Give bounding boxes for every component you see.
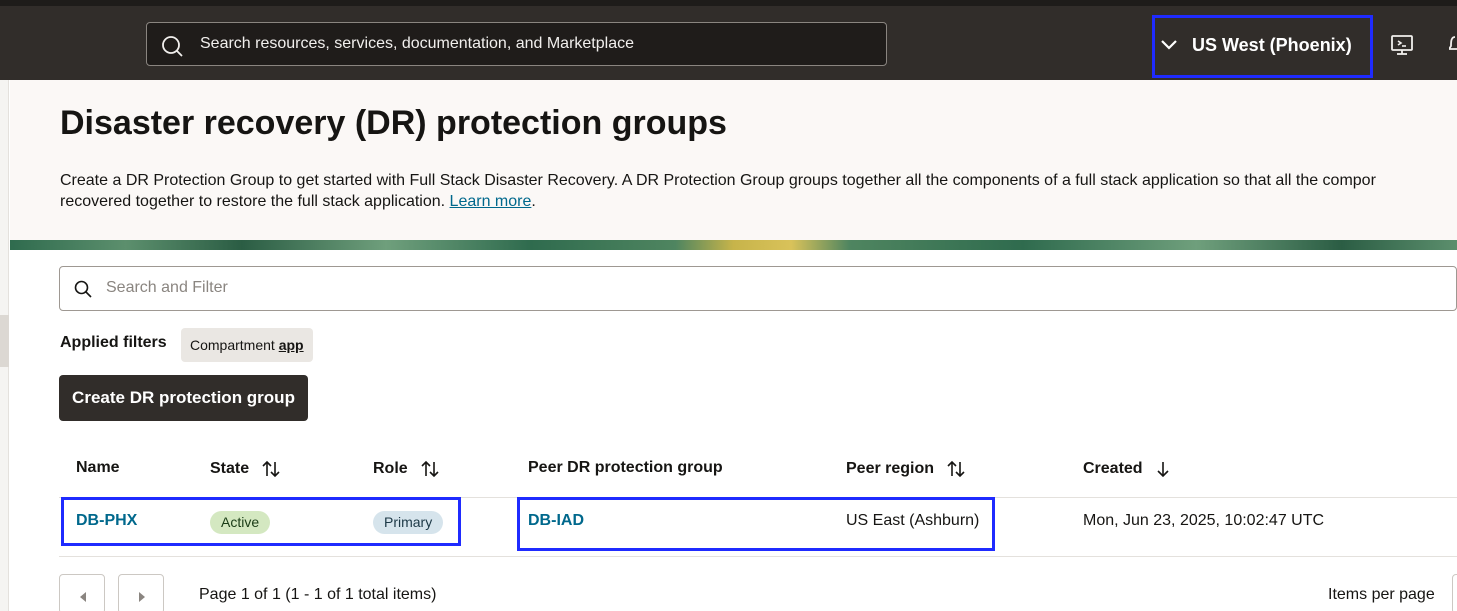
chevron-down-icon [1161,40,1177,50]
pagination-summary: Page 1 of 1 (1 - 1 of 1 total items) [199,586,437,603]
highlight-box-peer [517,497,995,551]
highlight-box-name-state-role [61,497,461,546]
region-selector[interactable]: US West (Phoenix) [1152,15,1373,78]
column-label: Role [373,460,408,478]
description-line-2-text: recovered together to restore the full s… [60,193,450,210]
chip-key: Compartment [190,337,275,353]
caret-left-icon [80,592,86,602]
search-icon [162,36,183,57]
caret-right-icon [139,592,145,602]
column-header-created[interactable]: Created [1083,459,1171,479]
cloud-shell-icon[interactable] [1390,34,1414,56]
sort-icon[interactable] [261,459,281,479]
page-header: Disaster recovery (DR) protection groups… [10,80,1457,242]
items-per-page-select[interactable] [1452,574,1457,611]
column-label: Name [76,459,120,476]
previous-page-button[interactable] [59,574,105,611]
column-label: State [210,460,250,478]
compartment-filter-chip[interactable]: Compartment app [181,328,313,362]
create-dr-protection-group-button[interactable]: Create DR protection group [59,375,308,421]
page-description: Create a DR Protection Group to get star… [60,170,1457,212]
search-icon [74,280,92,298]
column-label: Peer DR protection group [528,459,723,476]
chip-value[interactable]: app [279,337,304,353]
sort-icon[interactable] [946,459,966,479]
region-label: US West (Phoenix) [1192,35,1352,55]
description-line-2: recovered together to restore the full s… [60,191,1457,212]
decorative-banner [10,240,1457,250]
top-navigation-bar: Search resources, services, documentatio… [0,0,1457,80]
next-page-button[interactable] [118,574,164,611]
applied-filters-label: Applied filters [60,334,167,351]
topbar-edge [0,0,1457,6]
sort-icon[interactable] [420,459,440,479]
column-header-role[interactable]: Role [373,459,440,479]
column-label: Created [1083,460,1143,478]
page-title: Disaster recovery (DR) protection groups [60,104,727,142]
column-header-name: Name [76,459,120,477]
description-line-1: Create a DR Protection Group to get star… [60,172,1376,189]
notification-bell-icon[interactable] [1449,34,1457,54]
column-header-peer-group: Peer DR protection group [528,459,723,477]
created-timestamp: Mon, Jun 23, 2025, 10:02:47 UTC [1083,512,1325,529]
learn-more-link[interactable]: Learn more [450,193,532,210]
column-header-peer-region[interactable]: Peer region [846,459,966,479]
global-search-input[interactable]: Search resources, services, documentatio… [146,22,887,66]
table-divider [59,556,1457,557]
search-filter-input[interactable]: Search and Filter [59,266,1457,311]
side-panel-toggle[interactable] [0,315,9,367]
search-filter-placeholder: Search and Filter [106,279,228,296]
column-header-state[interactable]: State [210,459,281,479]
global-search-placeholder: Search resources, services, documentatio… [200,35,634,52]
sort-descending-icon[interactable] [1155,459,1171,479]
description-period: . [531,193,536,210]
column-label: Peer region [846,460,935,478]
items-per-page-label: Items per page [1328,586,1435,603]
